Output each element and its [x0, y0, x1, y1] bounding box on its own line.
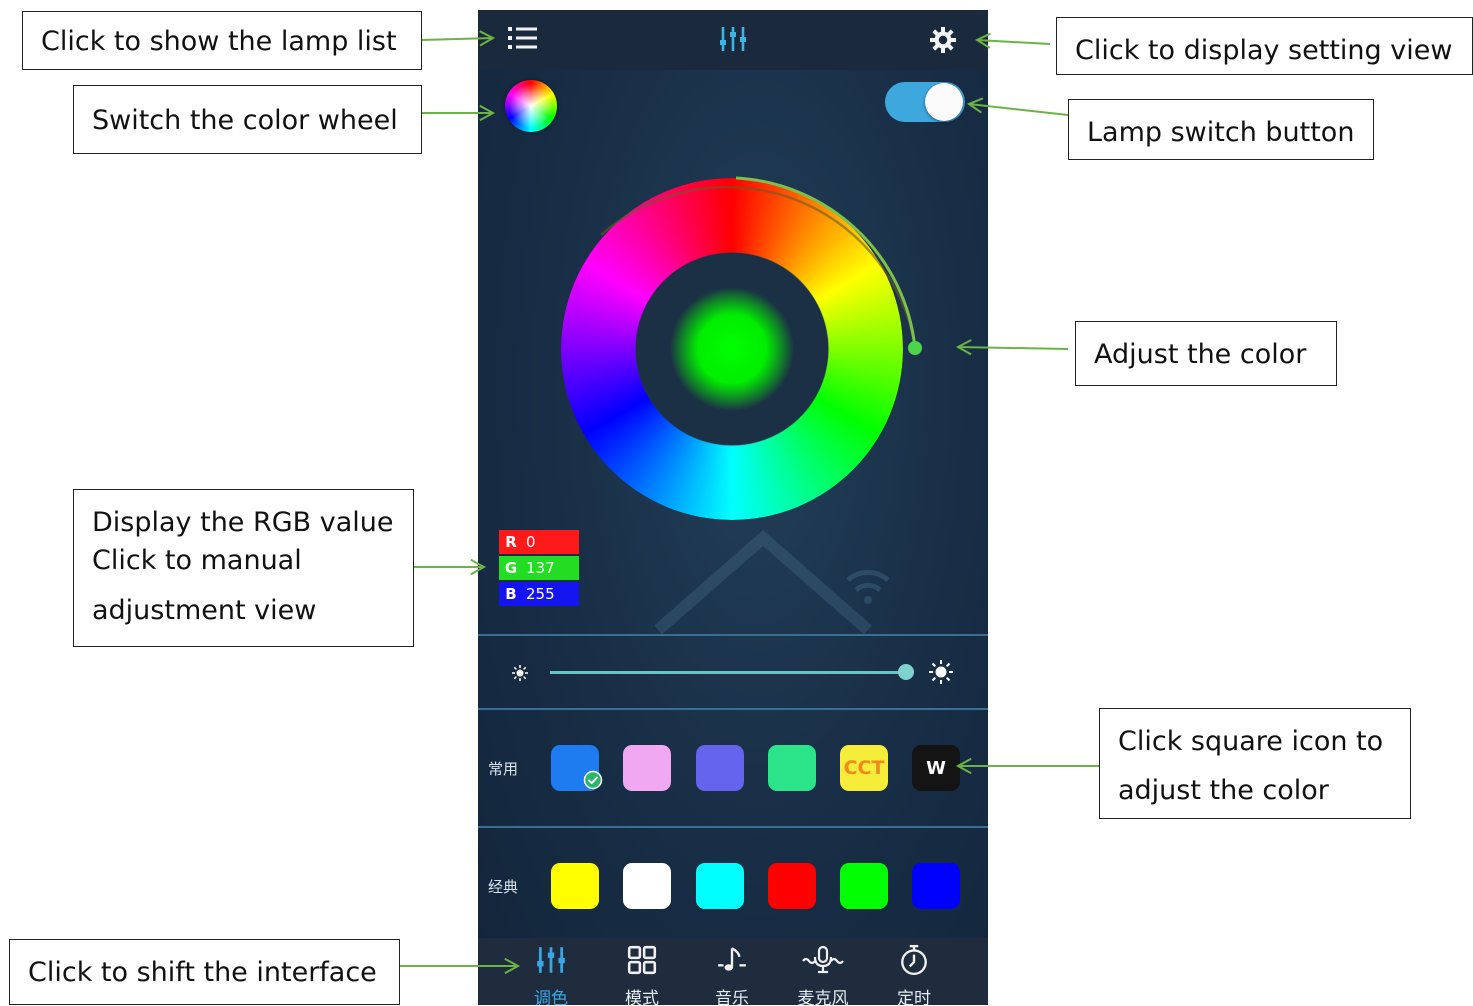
callout-setting-view-text: Click to display setting view	[1075, 35, 1453, 66]
callout-rgb-line-3: adjustment view	[92, 595, 317, 626]
callout-lamp-switch: Lamp switch button	[1068, 99, 1374, 160]
color-wheel-toggle-icon[interactable]	[505, 80, 557, 132]
r-value: 0	[523, 530, 579, 554]
common-swatch[interactable]	[768, 745, 816, 791]
brightness-slider-thumb[interactable]	[898, 664, 914, 680]
divider	[478, 634, 988, 636]
g-value: 137	[523, 556, 579, 580]
classic-color-row: 经典	[478, 828, 988, 944]
callout-square-line-1: Click square icon to	[1118, 726, 1384, 757]
callout-lamp-list: Click to show the lamp list	[22, 11, 422, 70]
equalizer-icon	[537, 947, 565, 973]
microphone-icon	[802, 945, 844, 974]
callout-adjust-color-text: Adjust the color	[1094, 339, 1307, 370]
classic-row-label: 经典	[488, 878, 519, 896]
r-label: R	[499, 530, 523, 554]
classic-swatch[interactable]	[912, 863, 960, 909]
callout-shift-interface: Click to shift the interface	[9, 939, 400, 1005]
tab-music[interactable]: 音乐	[692, 938, 772, 1005]
callout-setting-view: Click to display setting view	[1056, 17, 1473, 75]
list-icon[interactable]	[506, 24, 540, 56]
grid-icon	[627, 945, 657, 975]
brightness-row	[478, 637, 988, 707]
sun-small-icon	[511, 664, 529, 686]
callout-shift-interface-text: Click to shift the interface	[28, 957, 377, 988]
g-label: G	[499, 556, 523, 580]
phone-screen: R 0 G 137 B 255 常用 CCT W 经典 调色 模式 音乐 麦克风…	[478, 10, 988, 1005]
callout-lamp-list-text: Click to show the lamp list	[41, 26, 397, 57]
brightness-slider-track[interactable]	[550, 664, 914, 680]
common-row-label: 常用	[488, 760, 519, 778]
wheel-brightness-arc[interactable]	[541, 165, 931, 365]
callout-lamp-switch-text: Lamp switch button	[1087, 117, 1355, 148]
lamp-power-toggle[interactable]	[885, 82, 965, 122]
common-color-row: 常用 CCT W	[478, 710, 988, 826]
tab-label: 调色	[534, 989, 568, 1005]
common-swatch[interactable]	[623, 745, 671, 791]
timer-icon	[901, 944, 927, 976]
toggle-knob	[925, 83, 963, 121]
callout-square-icon: Click square icon to adjust the color	[1099, 708, 1411, 819]
background-house-graphic	[654, 530, 890, 635]
classic-swatch[interactable]	[840, 863, 888, 909]
equalizer-icon[interactable]	[718, 24, 748, 58]
checkmark-icon	[583, 770, 603, 794]
callout-rgb-line-1: Display the RGB value	[92, 507, 394, 538]
common-swatch[interactable]	[696, 745, 744, 791]
callout-color-wheel: Switch the color wheel	[73, 85, 422, 154]
sun-large-icon	[928, 659, 954, 689]
classic-swatch[interactable]	[623, 863, 671, 909]
callout-adjust-color: Adjust the color	[1075, 321, 1337, 386]
b-label: B	[499, 582, 523, 606]
arc-handle[interactable]	[908, 341, 922, 355]
tab-timer[interactable]: 定时	[874, 938, 954, 1005]
rgb-readout[interactable]: R 0 G 137 B 255	[499, 530, 579, 608]
tab-label: 定时	[897, 989, 931, 1005]
callout-color-wheel-text: Switch the color wheel	[92, 105, 398, 136]
common-swatch[interactable]	[551, 745, 603, 791]
tab-color[interactable]: 调色	[511, 938, 591, 1005]
callout-rgb-line-2: Click to manual	[92, 545, 302, 576]
top-bar	[478, 10, 988, 70]
rgb-row-r: R 0	[499, 530, 579, 554]
tab-microphone[interactable]: 麦克风	[783, 938, 863, 1005]
gear-icon[interactable]	[929, 26, 957, 58]
classic-swatch[interactable]	[768, 863, 816, 909]
callout-square-line-2: adjust the color	[1118, 775, 1329, 806]
tab-label: 麦克风	[797, 989, 849, 1005]
tab-label: 模式	[625, 989, 659, 1005]
music-note-icon	[718, 947, 746, 971]
callout-rgb-value: Display the RGB value Click to manual ad…	[73, 489, 414, 647]
rgb-row-g: G 137	[499, 556, 579, 580]
tab-label: 音乐	[715, 989, 749, 1005]
classic-swatch[interactable]	[551, 863, 599, 909]
white-swatch[interactable]: W	[912, 745, 960, 791]
tab-mode[interactable]: 模式	[602, 938, 682, 1005]
bottom-tab-bar: 调色 模式 音乐 麦克风 定时	[478, 938, 988, 1005]
rgb-row-b: B 255	[499, 582, 579, 606]
classic-swatch[interactable]	[696, 863, 744, 909]
cct-swatch[interactable]: CCT	[840, 745, 888, 791]
b-value: 255	[523, 582, 579, 606]
